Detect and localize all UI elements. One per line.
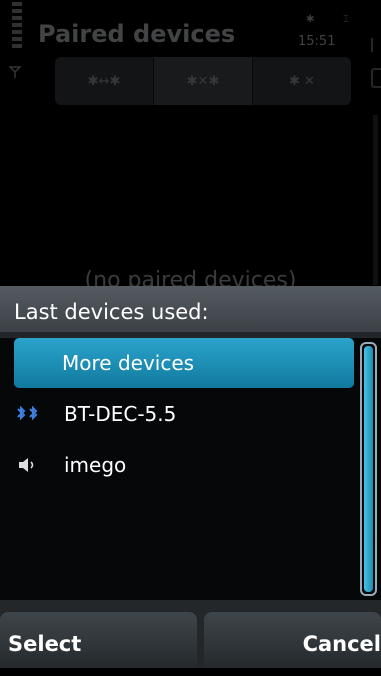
scrollbar-thumb[interactable] bbox=[364, 346, 373, 592]
page-title: Paired devices bbox=[38, 20, 236, 48]
background-scrollbar bbox=[373, 115, 378, 285]
last-devices-popup: Last devices used: More devices BT-DEC-5… bbox=[0, 286, 381, 668]
options-edge-icon bbox=[371, 68, 381, 88]
softkey-bar: Select Cancel bbox=[0, 612, 381, 668]
clock: 15:51 bbox=[298, 34, 336, 49]
cancel-button[interactable]: Cancel bbox=[204, 612, 381, 668]
bluetooth-pair-icon bbox=[14, 389, 42, 439]
signal-strength-icon bbox=[12, 2, 22, 50]
list-item-bt-dec[interactable]: BT-DEC-5.5 bbox=[14, 389, 354, 439]
toolbar-delete-button[interactable]: ✱ ✕ bbox=[253, 57, 351, 105]
select-button[interactable]: Select bbox=[0, 612, 197, 668]
battery-icon bbox=[371, 38, 379, 52]
device-list: More devices BT-DEC-5.5 imego bbox=[0, 338, 381, 600]
toolbar-connect-button[interactable]: ✱↔✱ bbox=[55, 57, 154, 105]
speaker-icon bbox=[14, 440, 42, 490]
popup-heading: Last devices used: bbox=[14, 300, 209, 324]
usb-status-icon: ⌶ bbox=[343, 14, 349, 25]
device-toolbar: ✱↔✱ ✱✕✱ ✱ ✕ bbox=[55, 57, 351, 105]
antenna-icon bbox=[9, 66, 21, 78]
list-scrollbar[interactable] bbox=[360, 342, 377, 596]
bluetooth-status-icon: ✱ bbox=[306, 14, 315, 25]
list-item-label: BT-DEC-5.5 bbox=[64, 402, 177, 426]
list-item-more-devices[interactable]: More devices bbox=[14, 338, 354, 388]
list-item-label: imego bbox=[64, 453, 127, 477]
list-item-imego[interactable]: imego bbox=[14, 440, 354, 490]
list-item-label: More devices bbox=[62, 351, 195, 375]
toolbar-pair-button[interactable]: ✱✕✱ bbox=[154, 57, 253, 105]
